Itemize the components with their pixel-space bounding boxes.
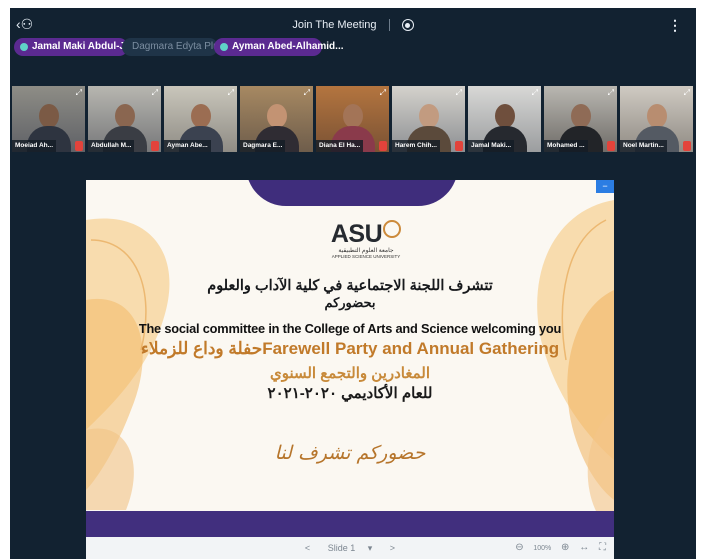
participant-name: Ayman Abe... <box>164 140 211 152</box>
slide-label: Slide 1 <box>327 543 356 553</box>
slide-line-english-welcome: The social committee in the College of A… <box>138 321 562 336</box>
meeting-title-bar: Join The Meeting <box>10 19 696 32</box>
minimize-slide-button[interactable]: − <box>596 180 614 193</box>
muted-mic-icon <box>455 141 463 151</box>
record-icon[interactable] <box>401 19 414 32</box>
slide-selector[interactable]: Slide 1 ▾ <box>323 543 378 553</box>
slide-line-arabic-gathering: المغادرين والتجمع السنوي <box>269 365 431 382</box>
participant-name: Abdullah M... <box>88 140 135 152</box>
muted-mic-icon <box>151 141 159 151</box>
participant-tile[interactable]: ⤢ Abdullah M... <box>88 86 161 152</box>
presenter-name: Dagmara Edyta Pluta <box>132 41 228 52</box>
participant-video <box>571 104 591 128</box>
presenter-chip[interactable]: Dagmara Edyta Pluta <box>122 38 227 56</box>
muted-mic-icon <box>75 141 83 151</box>
chevron-down-icon: ▾ <box>367 543 373 553</box>
expand-icon[interactable]: ⤢ <box>608 88 614 98</box>
presenter-name: Ayman Abed-Alhamid... <box>232 41 344 52</box>
zoom-level: 100% <box>533 545 552 552</box>
presenter-chip[interactable]: Jamal Maki Abdul-Ja... <box>14 38 139 56</box>
participant-video <box>343 104 363 128</box>
participant-name: Mohamed ... <box>544 140 588 152</box>
muted-mic-icon <box>607 141 615 151</box>
participant-video <box>39 104 59 128</box>
fullscreen-icon[interactable]: ⛶ <box>599 542 606 553</box>
participant-tile[interactable]: ⤢ Moeiad Ah... <box>12 86 85 152</box>
participant-video <box>115 104 135 128</box>
mic-indicator-icon <box>20 43 28 51</box>
participant-tile[interactable]: ⤢ Mohamed ... <box>544 86 617 152</box>
slide-line-arabic-invitation: تتشرف اللجنة الاجتماعية في كلية الآداب و… <box>207 278 493 294</box>
expand-icon[interactable]: ⤢ <box>304 88 310 98</box>
zoom-out-icon[interactable]: ⊖ <box>515 542 523 553</box>
mic-indicator-icon <box>220 43 228 51</box>
slide-line-arabic-welcome: بحضوركم <box>324 295 376 310</box>
participant-tile[interactable]: ⤢ Jamal Maki... <box>468 86 541 152</box>
participant-name: Harem Chih... <box>392 140 440 152</box>
participant-name: Diana El Ha... <box>316 140 364 152</box>
participant-video-strip: ⤢ Moeiad Ah... ⤢ Abdullah M... ⤢ Ayman A… <box>12 86 696 154</box>
university-logo: ASU جامعة العلوم التطبيقية APPLIED SCIEN… <box>326 220 406 259</box>
participant-video <box>647 104 667 128</box>
slide-footer-band <box>86 511 614 537</box>
logo-english-name: APPLIED SCIENCE UNIVERSITY <box>331 254 401 259</box>
participant-video <box>267 104 287 128</box>
participant-tile[interactable]: ⤢ Harem Chih... <box>392 86 465 152</box>
participant-name: Dagmara E... <box>240 140 286 152</box>
participant-name: Moeiad Ah... <box>12 140 57 152</box>
presenter-chip[interactable]: Ayman Abed-Alhamid... <box>214 38 344 56</box>
expand-icon[interactable]: ⤢ <box>76 88 82 98</box>
expand-icon[interactable]: ⤢ <box>684 88 690 98</box>
presentation-controls: < Slide 1 ▾ > ⊖ 100% ⊕ ↔ ⛶ <box>86 537 614 559</box>
zoom-controls: ⊖ 100% ⊕ ↔ ⛶ <box>508 542 606 553</box>
participant-name: Noel Martin... <box>620 140 667 152</box>
next-slide-button[interactable]: > <box>390 543 395 553</box>
shared-presentation-slide: − ASU جامعة العلوم التطبيقية APPLIED SCI… <box>86 180 614 537</box>
participant-name: Jamal Maki... <box>468 140 515 152</box>
expand-icon[interactable]: ⤢ <box>380 88 386 98</box>
expand-icon[interactable]: ⤢ <box>456 88 462 98</box>
slide-top-accent <box>246 180 458 206</box>
muted-mic-icon <box>379 141 387 151</box>
slide-line-calligraphy: حضوركم تشرف لنا <box>274 442 426 464</box>
participant-tile[interactable]: ⤢ Dagmara E... <box>240 86 313 152</box>
more-vertical-icon[interactable]: ⋮ <box>668 17 682 34</box>
logo-text: ASU <box>330 220 383 248</box>
participant-tile[interactable]: ⤢ Diana El Ha... <box>316 86 389 152</box>
zoom-in-icon[interactable]: ⊕ <box>561 542 569 553</box>
slide-line-academic-year: للعام الأكاديمي ٢٠٢٠-٢٠٢١ <box>267 385 433 402</box>
expand-icon[interactable]: ⤢ <box>152 88 158 98</box>
divider <box>388 19 390 32</box>
meeting-app: ‹⚇ Join The Meeting ⋮ Jamal Maki Abdul-J… <box>10 8 696 559</box>
expand-icon[interactable]: ⤢ <box>532 88 538 98</box>
expand-icon[interactable]: ⤢ <box>228 88 234 98</box>
seal-icon <box>383 220 402 238</box>
participant-tile[interactable]: ⤢ Ayman Abe... <box>164 86 237 152</box>
participant-video <box>419 104 439 128</box>
muted-mic-icon <box>683 141 691 151</box>
participant-tile[interactable]: ⤢ Noel Martin... <box>620 86 693 152</box>
fit-width-icon[interactable]: ↔ <box>579 542 589 553</box>
participant-video <box>495 104 515 128</box>
slide-line-event-title: حفلة وداع للزملاءFarewell Party and Annu… <box>140 339 560 358</box>
top-bar: ‹⚇ Join The Meeting ⋮ <box>10 8 696 38</box>
participant-video <box>191 104 211 128</box>
meeting-title: Join The Meeting <box>292 19 377 31</box>
previous-slide-button[interactable]: < <box>305 543 310 553</box>
